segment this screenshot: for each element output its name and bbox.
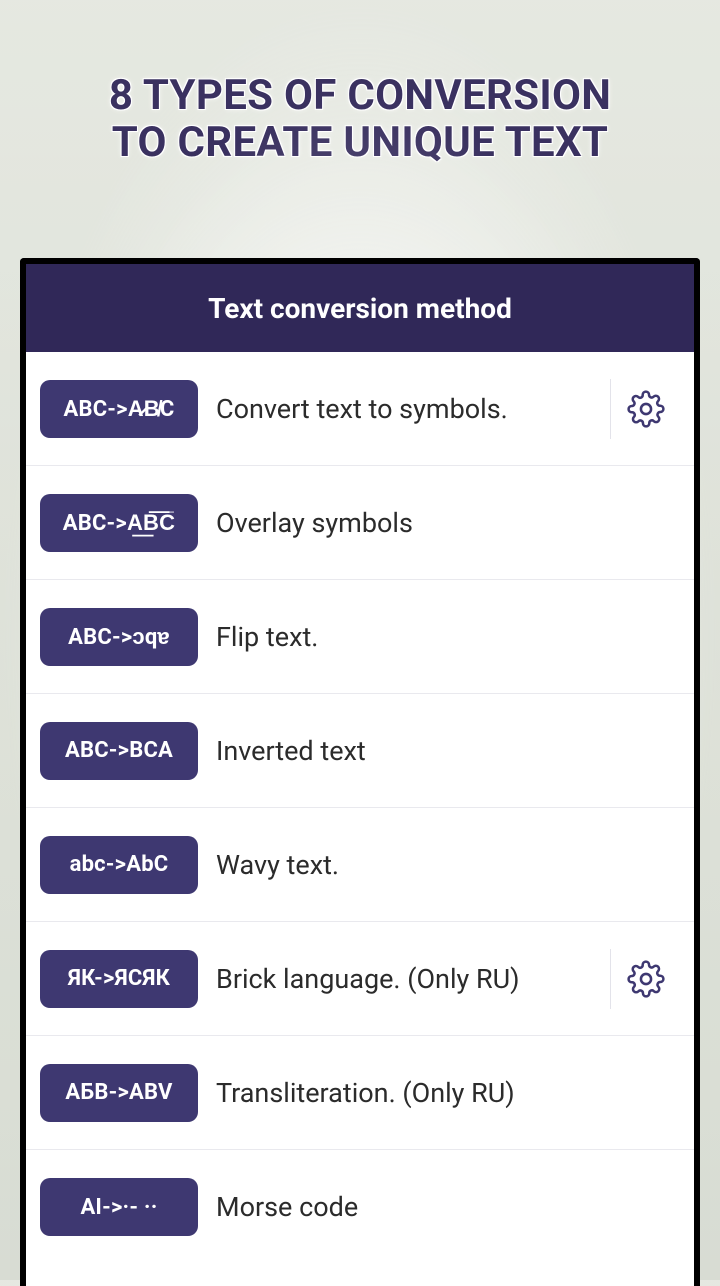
list-item[interactable]: ABC->BCA Inverted text [26, 694, 694, 808]
conversion-badge: АБВ->ABV [40, 1064, 198, 1122]
list-item[interactable]: AI->·- ·· Morse code [26, 1150, 694, 1264]
settings-button[interactable] [610, 379, 680, 439]
gear-icon [627, 960, 665, 998]
conversion-badge: abc->AbC [40, 836, 198, 894]
list-item[interactable]: abc->AbC Wavy text. [26, 808, 694, 922]
device-frame: Text conversion method ABC->A̷B̸C Conver… [20, 258, 700, 1286]
list-item[interactable]: ABC->A̷B̸C Convert text to symbols. [26, 352, 694, 466]
conversion-badge: AI->·- ·· [40, 1178, 198, 1236]
conversion-list: ABC->A̷B̸C Convert text to symbols. ABC-… [26, 352, 694, 1286]
list-item[interactable]: ABC->A͟B͞C̅ Overlay symbols [26, 466, 694, 580]
conversion-badge: ABC->A̷B̸C [40, 380, 198, 438]
conversion-label: Transliteration. (Only RU) [198, 1077, 680, 1109]
conversion-label: Inverted text [198, 735, 680, 767]
appbar: Text conversion method [26, 264, 694, 352]
appbar-title: Text conversion method [208, 292, 512, 325]
conversion-label: Flip text. [198, 621, 680, 653]
conversion-badge: ABC->BCA [40, 722, 198, 780]
settings-button[interactable] [610, 949, 680, 1009]
list-item[interactable]: АБВ->ABV Transliteration. (Only RU) [26, 1036, 694, 1150]
gear-icon [627, 390, 665, 428]
hero-headline: 8 TYPES OF CONVERSION TO CREATE UNIQUE T… [0, 0, 720, 196]
hero-line1: 8 TYPES OF CONVERSION [109, 71, 611, 120]
list-item[interactable]: ЯК->ЯСЯК Brick language. (Only RU) [26, 922, 694, 1036]
conversion-badge: ЯК->ЯСЯК [40, 950, 198, 1008]
conversion-label: Convert text to symbols. [198, 393, 604, 425]
conversion-badge: ABC->A͟B͞C̅ [40, 494, 198, 552]
app-screen: Text conversion method ABC->A̷B̸C Conver… [26, 264, 694, 1286]
conversion-label: Overlay symbols [198, 507, 680, 539]
hero-line2: TO CREATE UNIQUE TEXT [112, 118, 609, 167]
list-item[interactable]: ABC->ɔqɐ Flip text. [26, 580, 694, 694]
conversion-label: Morse code [198, 1191, 680, 1223]
conversion-label: Brick language. (Only RU) [198, 963, 604, 995]
conversion-badge: ABC->ɔqɐ [40, 608, 198, 666]
conversion-label: Wavy text. [198, 849, 680, 881]
